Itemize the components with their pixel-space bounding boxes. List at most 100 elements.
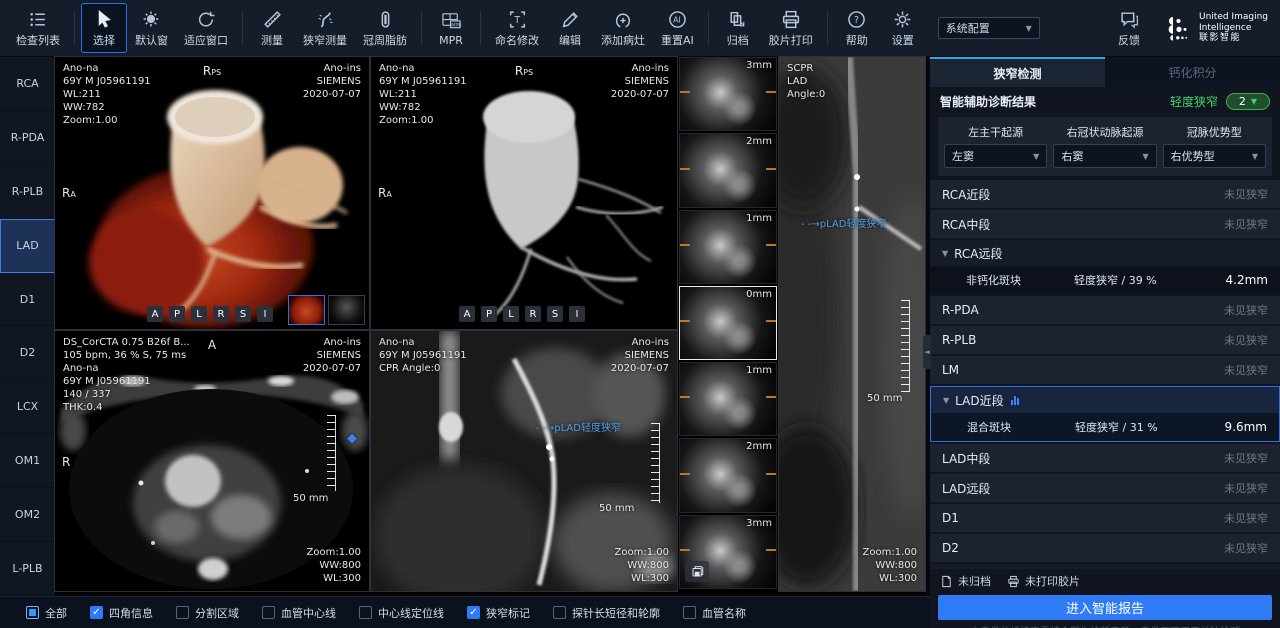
orientation-button-s[interactable]: S: [235, 306, 251, 322]
toolbar-button-cursor[interactable]: 选择: [81, 3, 127, 53]
display-option-血管名称[interactable]: 血管名称: [683, 605, 746, 621]
toolbar-button-ruler[interactable]: 测量: [249, 3, 295, 53]
sidebar-item-l-plb[interactable]: L-PLB: [0, 542, 55, 596]
probe-slice-5[interactable]: 2mm: [679, 438, 777, 512]
segment-row-header[interactable]: ▼LAD近段: [931, 387, 1279, 413]
display-option-分割区域[interactable]: 分割区域: [176, 605, 239, 621]
segment-row-header[interactable]: D2未见狭窄: [930, 534, 1280, 562]
orientation-button-l[interactable]: L: [503, 306, 519, 322]
viewport-scpr[interactable]: SCPRLADAngle:0 - -→pLAD轻度狭窄 50 mm Zoom:1…: [779, 57, 925, 591]
dominance-select[interactable]: 右优势型 ▼: [1163, 144, 1266, 168]
save-snapshot-button[interactable]: [685, 561, 709, 582]
toolbar-button-rename[interactable]: T命名修改: [487, 3, 547, 53]
segment-row[interactable]: D1未见狭窄: [930, 504, 1280, 532]
sidebar-item-d2[interactable]: D2: [0, 326, 55, 380]
left-main-origin-select[interactable]: 左窦 ▼: [944, 144, 1047, 168]
orientation-marker-left: RA: [378, 182, 392, 201]
toolbar-button-film-print[interactable]: 胶片打印: [761, 3, 821, 53]
display-option-四角信息[interactable]: ✓四角信息: [90, 605, 153, 621]
segment-row-header[interactable]: R-PDA未见狭窄: [930, 296, 1280, 324]
thumbnail-vrt-vessels[interactable]: [328, 295, 365, 325]
toolbar-button-help[interactable]: ?帮助: [834, 3, 880, 53]
probe-slice-0[interactable]: 3mm: [679, 57, 777, 131]
panel-collapse-handle[interactable]: ◄: [923, 335, 931, 369]
toolbar-button-add-lesion[interactable]: 添加病灶: [593, 3, 653, 53]
segment-row-header[interactable]: LM未见狭窄: [930, 356, 1280, 384]
sidebar-item-d1[interactable]: D1: [0, 273, 55, 327]
display-option-全部[interactable]: 全部: [26, 605, 67, 621]
system-config-select[interactable]: 系统配置 ▼: [938, 17, 1040, 39]
segment-row[interactable]: LAD中段未见狭窄: [930, 444, 1280, 472]
display-option-中心线定位线[interactable]: 中心线定位线: [359, 605, 444, 621]
viewport-cpr[interactable]: Ano-na69Y M J05961191CPR Angle:0 Ano-ins…: [371, 331, 677, 591]
segment-row[interactable]: ▼LAD近段混合斑块轻度狭窄 / 31 %9.6mm: [930, 386, 1280, 442]
rca-origin-select[interactable]: 右窦 ▼: [1053, 144, 1156, 168]
toolbar-button-feedback[interactable]: 反馈: [1106, 3, 1152, 53]
orientation-button-r[interactable]: R: [525, 306, 541, 322]
severity-count-dropdown[interactable]: 2 ▼: [1226, 93, 1270, 110]
viewport-axial-ct[interactable]: DS_CorCTA 0.75 B26f B...105 bpm, 36 % S,…: [55, 331, 369, 591]
orientation-button-r[interactable]: R: [213, 306, 229, 322]
orientation-button-p[interactable]: P: [169, 306, 185, 322]
origin-column: 左主干起源 左窦 ▼: [944, 122, 1047, 168]
segment-row-header[interactable]: D1未见狭窄: [930, 504, 1280, 532]
enter-ai-report-button[interactable]: 进入智能报告: [938, 595, 1272, 620]
display-option-血管中心线[interactable]: 血管中心线: [262, 605, 336, 621]
orientation-button-a[interactable]: A: [459, 306, 475, 322]
orientation-button-a[interactable]: A: [147, 306, 163, 322]
segment-row[interactable]: R-PDA未见狭窄: [930, 296, 1280, 324]
segment-row[interactable]: R-PLB未见狭窄: [930, 326, 1280, 354]
segment-row[interactable]: LAD远段未见狭窄: [930, 474, 1280, 502]
viewport-vrt-3d[interactable]: Ano-na69Y M J05961191WL:211WW:782Zoom:1.…: [55, 57, 369, 329]
toolbar-button-edit[interactable]: 编辑: [547, 3, 593, 53]
probe-slice-3[interactable]: 0mm: [679, 286, 777, 360]
segment-row[interactable]: RCA近段未见狭窄: [930, 180, 1280, 208]
viewport-mip-tree[interactable]: Ano-na69Y M J05961191WL:211WW:782Zoom:1.…: [371, 57, 677, 329]
orientation-button-i[interactable]: I: [257, 306, 273, 322]
probe-slice-2[interactable]: 1mm: [679, 210, 777, 284]
orientation-button-i[interactable]: I: [569, 306, 585, 322]
toolbar-button-settings[interactable]: 设置: [880, 3, 926, 53]
probe-tick-icon: [766, 549, 776, 551]
segment-row-header[interactable]: LAD中段未见狭窄: [930, 444, 1280, 472]
segment-row-header[interactable]: RCA近段未见狭窄: [930, 180, 1280, 208]
toolbar-button-stenosis-measure[interactable]: 狭窄测量: [295, 3, 355, 53]
segment-row-header[interactable]: ▼RCA远段: [930, 240, 1280, 266]
sidebar-item-r-pda[interactable]: R-PDA: [0, 111, 55, 165]
segment-row[interactable]: ▼RCA远段非钙化斑块轻度狭窄 / 39 %4.2mm: [930, 240, 1280, 294]
toolbar-button-reset-ai[interactable]: AI重置AI: [653, 3, 702, 53]
sidebar-item-om1[interactable]: OM1: [0, 434, 55, 488]
sidebar-item-lad[interactable]: LAD: [0, 219, 55, 273]
segment-row[interactable]: RCA中段未见狭窄: [930, 210, 1280, 238]
toolbar-button-fit-window[interactable]: 适应窗口: [176, 3, 236, 53]
display-option-狭窄标记[interactable]: ✓狭窄标记: [467, 605, 530, 621]
thumbnail-vrt-heart[interactable]: [288, 295, 325, 325]
tab-calcium-score[interactable]: 钙化积分: [1105, 57, 1280, 87]
tab-stenosis-detection[interactable]: 狭窄检测: [930, 57, 1105, 87]
segment-row-header[interactable]: LAD远段未见狭窄: [930, 474, 1280, 502]
probe-slice-6[interactable]: 3mm: [679, 515, 777, 589]
sidebar-item-lcx[interactable]: LCX: [0, 380, 55, 434]
segment-row[interactable]: D2未见狭窄: [930, 534, 1280, 562]
vessel-sidebar: RCAR-PDAR-PLBLADD1D2LCXOM1OM2L-PLB: [0, 57, 55, 596]
plaque-detail-row[interactable]: 混合斑块轻度狭窄 / 31 %9.6mm: [931, 413, 1279, 441]
plaque-detail-row[interactable]: 非钙化斑块轻度狭窄 / 39 %4.2mm: [930, 266, 1280, 294]
toolbar-button-brightness[interactable]: 默认窗: [127, 3, 176, 53]
segment-row[interactable]: LM未见狭窄: [930, 356, 1280, 384]
probe-slice-4[interactable]: 1mm: [679, 362, 777, 436]
sidebar-item-r-plb[interactable]: R-PLB: [0, 165, 55, 219]
toolbar-button-mpr[interactable]: MPRMPR: [428, 3, 474, 53]
orientation-button-l[interactable]: L: [191, 306, 207, 322]
segment-row-header[interactable]: R-PLB未见狭窄: [930, 326, 1280, 354]
toolbar-button-pericoronary-fat[interactable]: 冠周脂肪: [355, 3, 415, 53]
sidebar-item-om2[interactable]: OM2: [0, 488, 55, 542]
probe-slice-1[interactable]: 2mm: [679, 133, 777, 207]
toolbar-button-list[interactable]: 检查列表: [8, 3, 68, 53]
sidebar-item-rca[interactable]: RCA: [0, 57, 55, 111]
toolbar-button-archive[interactable]: 归档: [715, 3, 761, 53]
orientation-button-s[interactable]: S: [547, 306, 563, 322]
orientation-button-p[interactable]: P: [481, 306, 497, 322]
slice-slider-diamond[interactable]: ◆: [347, 431, 357, 446]
segment-row-header[interactable]: RCA中段未见狭窄: [930, 210, 1280, 238]
display-option-探针长短径和轮廓[interactable]: 探针长短径和轮廓: [553, 605, 660, 621]
